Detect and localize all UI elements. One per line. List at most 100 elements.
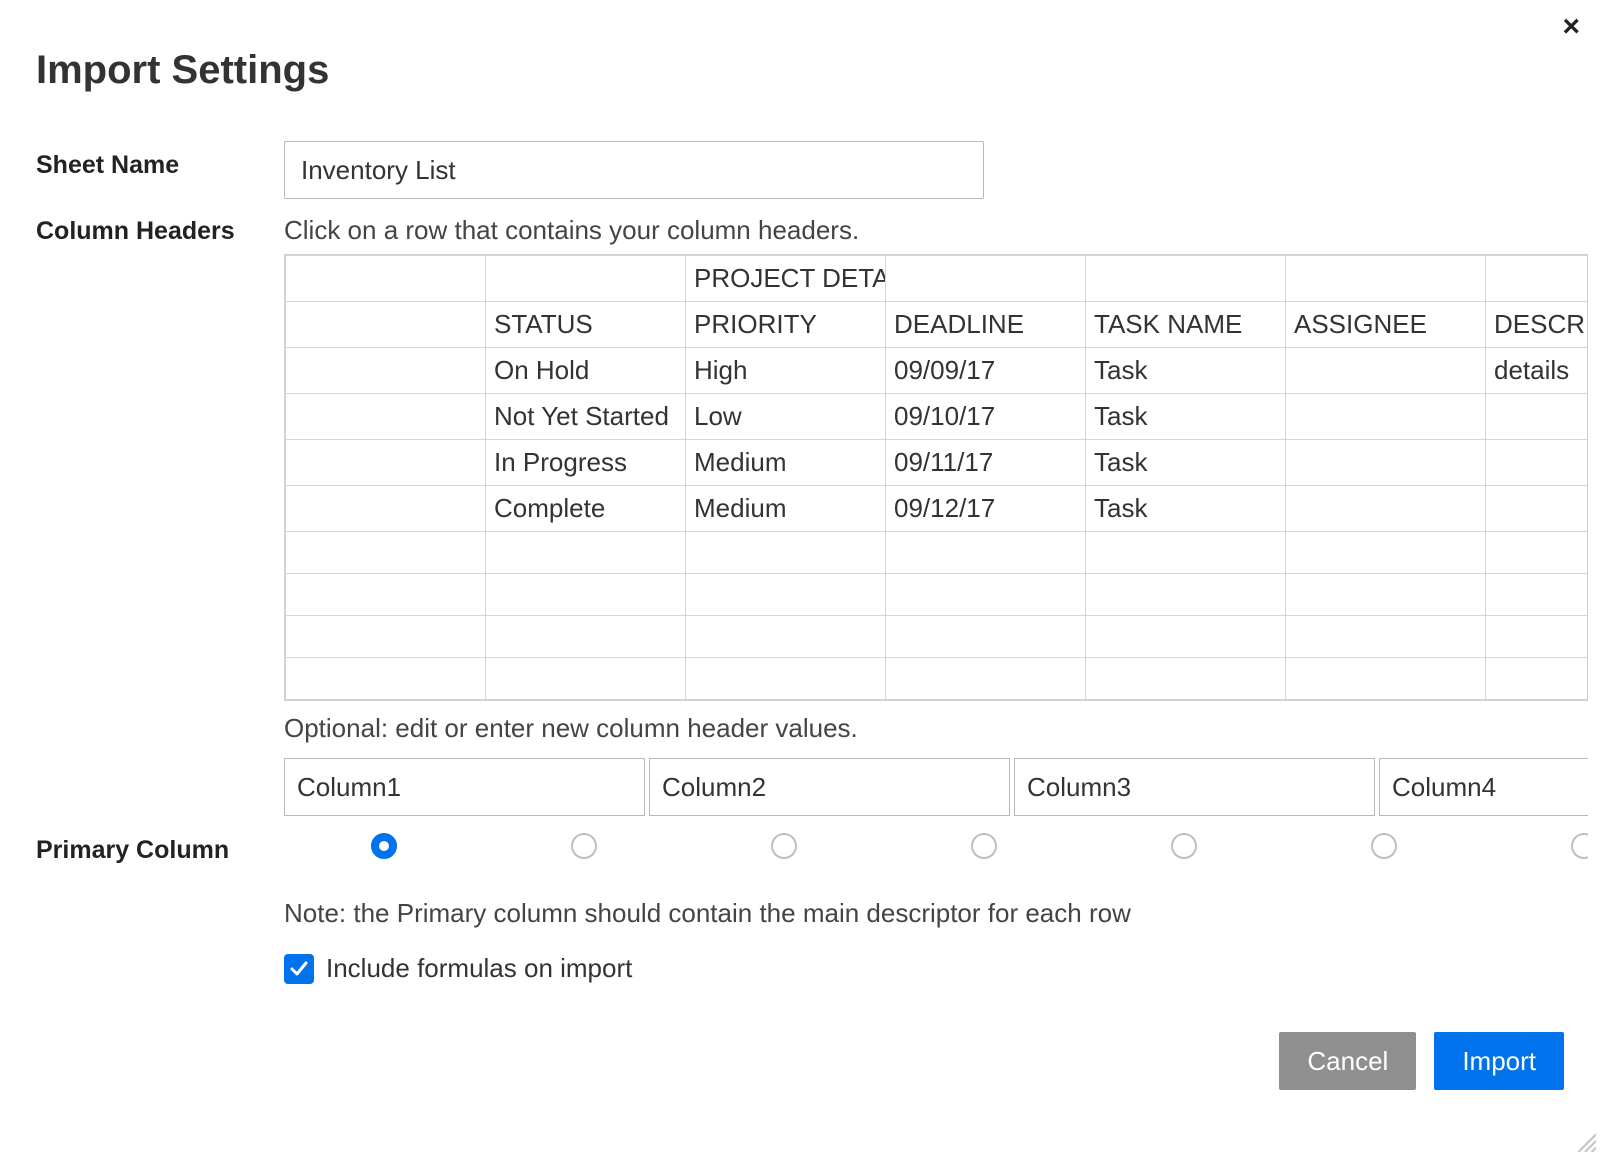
primary-column-radio[interactable] bbox=[371, 833, 397, 859]
primary-column-radio-cell bbox=[484, 826, 684, 866]
column-header-input[interactable] bbox=[1379, 758, 1588, 816]
table-cell bbox=[1486, 394, 1589, 440]
table-cell: Task bbox=[1086, 440, 1286, 486]
table-cell bbox=[286, 440, 486, 486]
table-row[interactable]: On HoldHigh09/09/17Taskdetails bbox=[286, 348, 1589, 394]
table-cell bbox=[886, 256, 1086, 302]
table-row[interactable]: STATUSPRIORITYDEADLINETASK NAMEASSIGNEED… bbox=[286, 302, 1589, 348]
table-row[interactable] bbox=[286, 574, 1589, 616]
table-cell bbox=[286, 616, 486, 658]
table-row[interactable] bbox=[286, 616, 1589, 658]
primary-column-radio-cell bbox=[284, 826, 484, 866]
table-cell: Task bbox=[1086, 348, 1286, 394]
table-cell bbox=[1486, 486, 1589, 532]
button-bar: Cancel Import bbox=[36, 1032, 1564, 1090]
table-cell bbox=[1486, 574, 1589, 616]
table-cell bbox=[1086, 616, 1286, 658]
table-cell bbox=[1286, 658, 1486, 700]
primary-column-radio[interactable] bbox=[1371, 833, 1397, 859]
table-cell bbox=[686, 532, 886, 574]
table-row[interactable] bbox=[286, 658, 1589, 700]
primary-column-radio-cell bbox=[1484, 826, 1588, 866]
primary-column-radio[interactable] bbox=[971, 833, 997, 859]
column-header-input[interactable] bbox=[284, 758, 645, 816]
table-cell: Task bbox=[1086, 486, 1286, 532]
table-cell: details bbox=[1486, 348, 1589, 394]
table-cell bbox=[1286, 616, 1486, 658]
table-cell bbox=[486, 256, 686, 302]
table-cell bbox=[886, 658, 1086, 700]
table-cell bbox=[1286, 486, 1486, 532]
row-sheet-name: Sheet Name bbox=[36, 141, 1564, 199]
table-cell: TASK NAME bbox=[1086, 302, 1286, 348]
row-primary-column: Primary Column Note: the Primary column … bbox=[36, 826, 1564, 984]
primary-column-radio-cell bbox=[684, 826, 884, 866]
table-cell: PROJECT DETA bbox=[686, 256, 886, 302]
table-cell bbox=[286, 574, 486, 616]
table-cell: Medium bbox=[686, 486, 886, 532]
table-cell bbox=[886, 574, 1086, 616]
import-button[interactable]: Import bbox=[1434, 1032, 1564, 1090]
table-cell bbox=[1486, 256, 1589, 302]
table-cell bbox=[1486, 616, 1589, 658]
table-cell: DEADLINE bbox=[886, 302, 1086, 348]
row-column-headers: Column Headers Click on a row that conta… bbox=[36, 207, 1564, 816]
table-cell bbox=[1286, 348, 1486, 394]
table-cell: STATUS bbox=[486, 302, 686, 348]
table-cell bbox=[286, 348, 486, 394]
primary-column-radio[interactable] bbox=[771, 833, 797, 859]
table-cell bbox=[1486, 658, 1589, 700]
table-cell bbox=[286, 302, 486, 348]
table-cell bbox=[286, 256, 486, 302]
include-formulas-row: Include formulas on import bbox=[284, 953, 1564, 984]
table-cell bbox=[1286, 440, 1486, 486]
table-cell bbox=[886, 532, 1086, 574]
primary-column-radio-cell bbox=[1084, 826, 1284, 866]
table-row[interactable]: CompleteMedium09/12/17Task bbox=[286, 486, 1589, 532]
preview-grid[interactable]: PROJECT DETASTATUSPRIORITYDEADLINETASK N… bbox=[284, 254, 1588, 701]
table-cell: Task bbox=[1086, 394, 1286, 440]
table-cell bbox=[486, 532, 686, 574]
close-icon[interactable]: × bbox=[1562, 12, 1580, 42]
table-cell bbox=[1486, 532, 1589, 574]
table-row[interactable] bbox=[286, 532, 1589, 574]
table-row[interactable]: In ProgressMedium09/11/17Task bbox=[286, 440, 1589, 486]
table-cell: Not Yet Started bbox=[486, 394, 686, 440]
primary-column-radio-cell bbox=[1284, 826, 1484, 866]
primary-column-label: Primary Column bbox=[36, 826, 284, 865]
table-cell: Low bbox=[686, 394, 886, 440]
table-row[interactable]: PROJECT DETA bbox=[286, 256, 1589, 302]
table-cell bbox=[286, 658, 486, 700]
dialog-title: Import Settings bbox=[36, 48, 1564, 93]
table-row[interactable]: Not Yet StartedLow09/10/17Task bbox=[286, 394, 1589, 440]
sheet-name-input[interactable] bbox=[284, 141, 984, 199]
headers-helper-text: Click on a row that contains your column… bbox=[284, 215, 1564, 246]
table-cell: On Hold bbox=[486, 348, 686, 394]
table-cell bbox=[1086, 532, 1286, 574]
table-cell: 09/11/17 bbox=[886, 440, 1086, 486]
sheet-name-label: Sheet Name bbox=[36, 141, 284, 180]
primary-column-radio[interactable] bbox=[1171, 833, 1197, 859]
table-cell bbox=[1286, 532, 1486, 574]
primary-column-radio[interactable] bbox=[1571, 833, 1588, 859]
table-cell bbox=[486, 616, 686, 658]
resize-grip-icon[interactable] bbox=[1574, 1130, 1596, 1152]
table-cell bbox=[686, 658, 886, 700]
table-cell: 09/12/17 bbox=[886, 486, 1086, 532]
table-cell bbox=[286, 532, 486, 574]
import-settings-dialog: × Import Settings Sheet Name Column Head… bbox=[0, 0, 1600, 1156]
column-header-input[interactable] bbox=[1014, 758, 1375, 816]
include-formulas-checkbox[interactable] bbox=[284, 954, 314, 984]
include-formulas-label: Include formulas on import bbox=[326, 953, 632, 984]
cancel-button[interactable]: Cancel bbox=[1279, 1032, 1416, 1090]
table-cell bbox=[886, 616, 1086, 658]
primary-column-note: Note: the Primary column should contain … bbox=[284, 898, 1564, 929]
primary-column-radio[interactable] bbox=[571, 833, 597, 859]
column-header-input[interactable] bbox=[649, 758, 1010, 816]
edit-helper-text: Optional: edit or enter new column heade… bbox=[284, 713, 1564, 744]
table-cell: DESCR bbox=[1486, 302, 1589, 348]
table-cell: Medium bbox=[686, 440, 886, 486]
table-cell: 09/09/17 bbox=[886, 348, 1086, 394]
table-cell bbox=[286, 394, 486, 440]
table-cell: Complete bbox=[486, 486, 686, 532]
